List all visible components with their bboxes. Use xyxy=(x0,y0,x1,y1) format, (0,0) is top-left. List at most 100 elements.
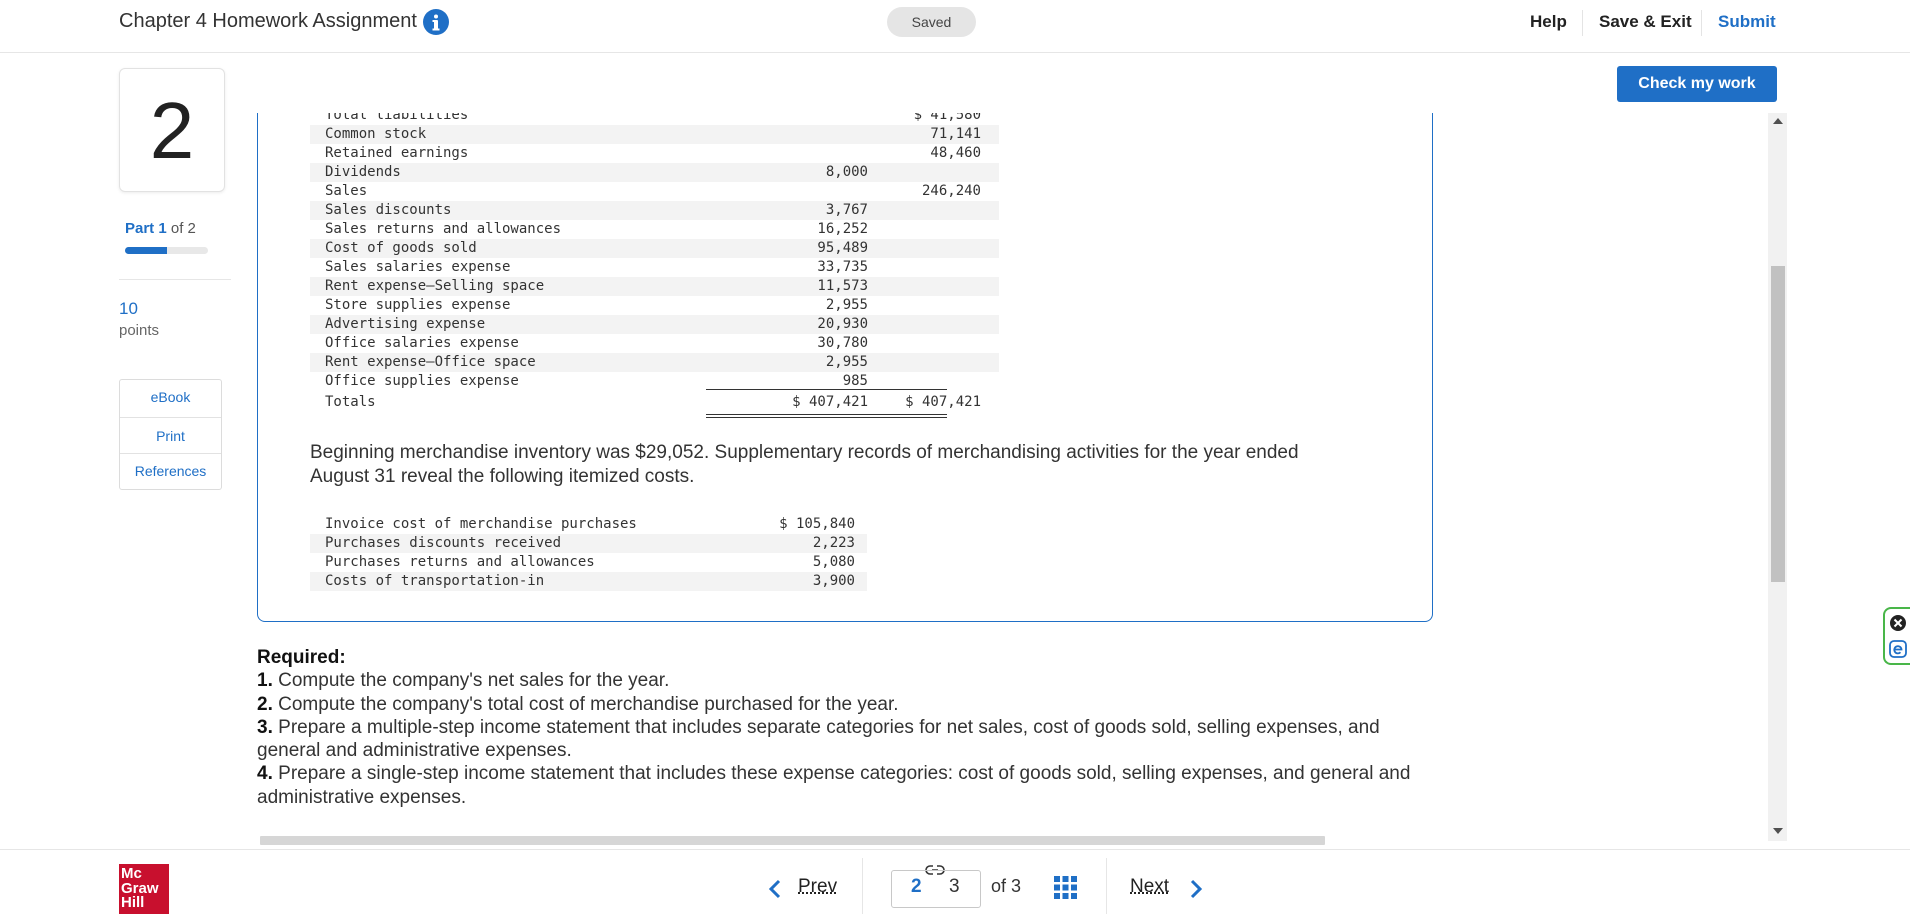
account-name: Dividends xyxy=(325,164,401,180)
nav-divider xyxy=(1106,858,1107,914)
table-row: Invoice cost of merchandise purchases $ 1… xyxy=(310,515,867,534)
header-divider xyxy=(1582,10,1583,36)
part-total: of 2 xyxy=(170,220,196,237)
rail-divider xyxy=(119,279,231,280)
totals-credit: $ 407,421 xyxy=(905,394,981,410)
current-page-number[interactable]: 2 xyxy=(911,876,922,898)
table-row: Office salaries expense 30,780 xyxy=(310,334,999,353)
table-row: Sales 246,240 xyxy=(310,182,999,201)
page-total: of 3 xyxy=(991,876,1022,896)
account-name: Cost of goods sold xyxy=(325,240,477,256)
help-button[interactable]: Help xyxy=(1530,12,1567,32)
part-label: Part 1 xyxy=(125,220,167,237)
required-item: 3. Prepare a multiple-step income statem… xyxy=(257,716,1437,763)
top-bar: Chapter 4 Homework Assignment Saved Help… xyxy=(0,0,1910,53)
saved-status-badge: Saved xyxy=(887,7,976,37)
required-item-number: 2. xyxy=(257,693,273,715)
close-circle-icon[interactable] xyxy=(1889,614,1907,632)
required-item-text: Compute the company's net sales for the … xyxy=(278,670,670,692)
ereader-icon[interactable] xyxy=(1889,640,1907,658)
table-row: Purchases returns and allowances 5,080 xyxy=(310,553,867,572)
required-section: Required: 1. Compute the company's net s… xyxy=(257,646,1437,809)
part-progress-bar xyxy=(125,247,208,254)
table-row: Advertising expense 20,930 xyxy=(310,315,999,334)
totals-double-rule xyxy=(706,414,947,415)
vertical-scrollbar-thumb[interactable] xyxy=(1771,266,1785,582)
next-button[interactable]: Next xyxy=(1130,876,1169,898)
table-row: Common stock 71,141 xyxy=(310,125,999,144)
save-exit-button[interactable]: Save & Exit xyxy=(1599,12,1692,32)
totals-double-rule xyxy=(706,417,947,418)
table-row: Sales discounts 3,767 xyxy=(310,201,999,220)
account-name: Rent expense—Office space xyxy=(325,354,536,370)
purchase-item-amount: $ 105,840 xyxy=(779,516,855,532)
prev-button[interactable]: Prev xyxy=(798,876,837,898)
ebook-button[interactable]: eBook xyxy=(120,389,221,405)
account-name: Retained earnings xyxy=(325,145,469,161)
debit-amount: 11,573 xyxy=(817,278,868,294)
tools-divider xyxy=(120,453,221,454)
totals-label: Totals xyxy=(325,394,376,410)
horizontal-scrollbar[interactable] xyxy=(260,836,1325,845)
nav-divider xyxy=(862,858,863,914)
table-row: Sales returns and allowances 16,252 xyxy=(310,220,999,239)
required-item-text: Compute the company's total cost of merc… xyxy=(278,693,899,715)
account-name: Total liabilities xyxy=(325,113,469,123)
reader-widget xyxy=(1883,607,1910,665)
assignment-title: Chapter 4 Homework Assignment xyxy=(119,10,417,32)
credit-amount: 246,240 xyxy=(921,183,981,199)
account-name: Sales discounts xyxy=(325,202,452,218)
account-name: Sales returns and allowances xyxy=(325,221,562,237)
question-number: 2 xyxy=(119,68,225,192)
credit-amount: 48,460 xyxy=(930,145,981,161)
grid-icon[interactable] xyxy=(1054,876,1077,899)
print-button[interactable]: Print xyxy=(120,428,221,444)
mcgraw-hill-logo: Mc Graw Hill xyxy=(119,864,169,914)
required-item: 2. Compute the company's total cost of m… xyxy=(257,693,1437,716)
purchase-item-amount: 2,223 xyxy=(812,535,855,551)
tools-divider xyxy=(120,417,221,418)
purchase-item-amount: 3,900 xyxy=(812,573,855,589)
table-row: Rent expense—Selling space 11,573 xyxy=(310,277,999,296)
table-row: Sales salaries expense 33,735 xyxy=(310,258,999,277)
table-row: Total liabilities $ 41,580 xyxy=(310,113,999,125)
part-indicator: Part 1 of 2 xyxy=(125,220,196,237)
scroll-down-arrow-icon[interactable] xyxy=(1773,828,1783,834)
credit-amount: $ 41,580 xyxy=(913,113,981,123)
purchase-item-amount: 5,080 xyxy=(812,554,855,570)
debit-amount: 8,000 xyxy=(825,164,868,180)
references-button[interactable]: References xyxy=(120,463,221,479)
account-name: Common stock xyxy=(325,126,427,142)
points-label: points xyxy=(119,322,160,339)
scroll-up-arrow-icon[interactable] xyxy=(1773,118,1783,124)
table-row: Cost of goods sold 95,489 xyxy=(310,239,999,258)
account-name: Advertising expense xyxy=(325,316,486,332)
totals-debit: $ 407,421 xyxy=(792,394,868,410)
chevron-left-icon[interactable] xyxy=(768,879,782,899)
question-card: Total liabilities $ 41,580 Common stock 71,… xyxy=(257,113,1433,622)
next-page-number[interactable]: 3 xyxy=(949,876,960,898)
table-row: Store supplies expense 2,955 xyxy=(310,296,999,315)
debit-amount: 2,955 xyxy=(825,297,868,313)
debit-amount: 20,930 xyxy=(817,316,868,332)
submit-button[interactable]: Submit xyxy=(1718,12,1776,32)
points-value: 10 xyxy=(119,299,138,318)
debit-amount: 2,955 xyxy=(825,354,868,370)
table-row: Purchases discounts received 2,223 xyxy=(310,534,867,553)
info-icon[interactable] xyxy=(423,9,449,35)
chevron-right-icon[interactable] xyxy=(1189,879,1203,899)
account-name: Office supplies expense xyxy=(325,373,519,389)
purchase-item-label: Purchases returns and allowances xyxy=(325,554,595,570)
debit-amount: 30,780 xyxy=(817,335,868,351)
account-name: Office salaries expense xyxy=(325,335,519,351)
required-item: 1. Compute the company's net sales for t… xyxy=(257,669,1437,692)
table-row: Rent expense—Office space 2,955 xyxy=(310,353,999,372)
purchase-item-label: Invoice cost of merchandise purchases xyxy=(325,516,637,532)
account-name: Rent expense—Selling space xyxy=(325,278,545,294)
debit-amount: 95,489 xyxy=(817,240,868,256)
table-row: Dividends 8,000 xyxy=(310,163,999,182)
debit-amount: 33,735 xyxy=(817,259,868,275)
page-selector[interactable] xyxy=(891,870,981,908)
required-item-number: 3. xyxy=(257,716,273,738)
check-my-work-button[interactable]: Check my work xyxy=(1617,66,1777,102)
